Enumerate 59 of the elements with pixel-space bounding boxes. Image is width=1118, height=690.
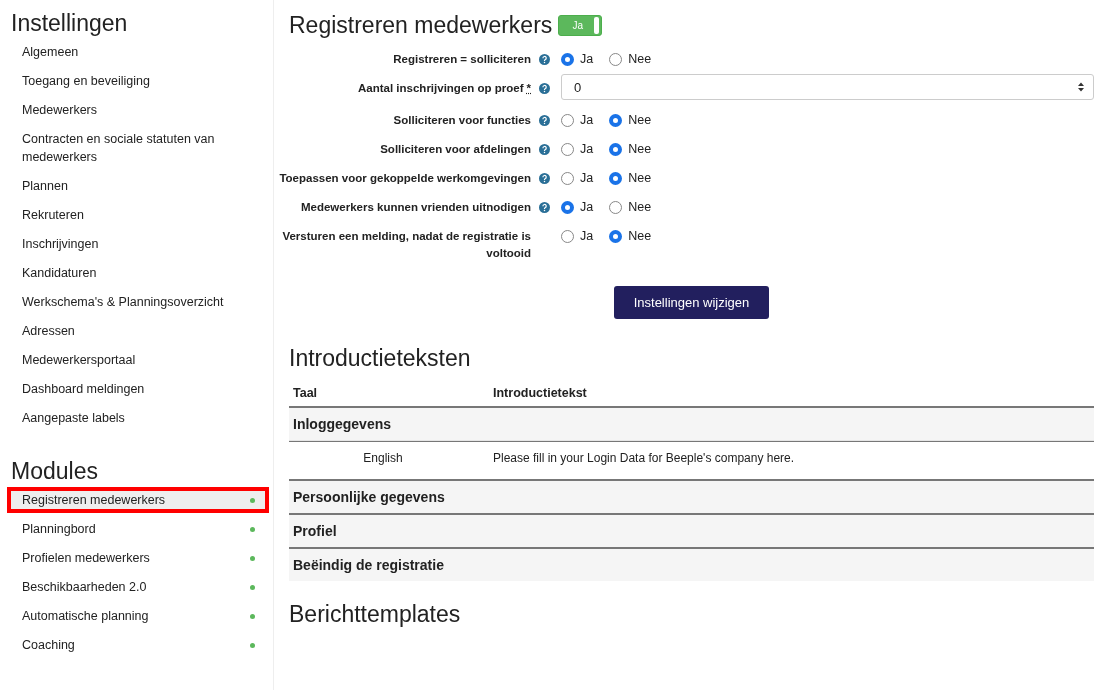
radio-option[interactable]: Nee [609,52,652,66]
sidebar-item[interactable]: Dashboard meldingen [11,380,265,398]
radio-option[interactable]: Ja [561,229,594,243]
help-icon[interactable] [539,173,550,184]
section-heading: Introductieteksten [289,345,472,372]
sidebar-item[interactable]: Rekruteren [11,206,265,224]
help-icon[interactable] [539,144,550,155]
sidebar-item[interactable]: Coaching [11,636,265,654]
radio-option[interactable]: Nee [609,113,652,127]
sidebar-item[interactable]: Toegang en beveiliging [11,72,265,90]
help-icon[interactable] [539,83,550,94]
help-icon[interactable] [539,54,550,65]
sidebar-item[interactable]: Medewerkersportaal [11,351,265,369]
sidebar-item[interactable]: Algemeen [11,43,265,61]
setting-label: Solliciteren voor afdelingen [379,142,531,157]
number-field[interactable]: 0 [561,74,1094,100]
table-cell-text: English [363,451,404,465]
setting-label: Aantal inschrijvingen op proef * [357,81,531,96]
sidebar-item[interactable]: Contracten en sociale statuten van medewerkers [11,130,265,166]
sidebar-item[interactable]: Aangepaste labels [11,409,265,427]
table-cell-text: Please fill in your Login Data for Beeple's company here. [493,451,796,465]
sidebar-item[interactable]: Medewerkers [11,101,265,119]
column-header: Introductietekst [493,386,588,400]
save-button[interactable]: Instellingen wijzigen [613,286,770,319]
column-header: Taal [293,386,319,400]
section-heading: Berichttemplates [289,601,462,628]
sidebar-item[interactable]: Profielen medewerkers [11,549,265,567]
radio-option[interactable]: Nee [609,229,652,243]
sidebar-item[interactable]: Adressen [11,322,265,340]
radio-option[interactable]: Ja [561,200,594,214]
radio-option[interactable]: Nee [609,200,652,214]
setting-label: Versturen een melding, nadat de registratie is voltooid [281,229,531,261]
setting-label: Solliciteren voor functies [392,113,531,128]
sidebar-item[interactable]: Inschrijvingen [11,235,265,253]
radio-option[interactable]: Nee [609,142,652,156]
help-icon[interactable] [539,202,550,213]
sidebar-item[interactable]: Kandidaturen [11,264,265,282]
sidebar-item[interactable]: Plannen [11,177,265,195]
help-icon[interactable] [539,115,550,126]
spinner-icon[interactable] [1077,81,1085,93]
setting-label: Medewerkers kunnen vrienden uitnodigen [299,200,531,215]
radio-option[interactable]: Ja [561,52,594,66]
setting-label: Registreren = solliciteren [392,52,531,67]
setting-label: Toepassen voor gekoppelde werkomgevingen [279,171,531,186]
radio-option[interactable]: Ja [561,113,594,127]
sidebar-item[interactable]: Beschikbaarheden 2.0 [11,578,265,596]
group-row[interactable]: Persoonlijke gegevens [289,481,1094,515]
group-row[interactable]: Profiel [289,515,1094,549]
page-title: Registreren medewerkers [289,12,553,39]
sidebar-item[interactable]: Automatische planning [11,607,265,625]
sidebar-heading: Instellingen [11,10,129,37]
radio-option[interactable]: Nee [609,171,652,185]
radio-option[interactable]: Ja [561,142,594,156]
group-row[interactable]: Inloggegevens [289,408,1094,442]
radio-option[interactable]: Ja [561,171,594,185]
sidebar-item[interactable]: Werkschema's & Planningsoverzicht [11,293,265,311]
group-row[interactable]: Beëindig de registratie [289,549,1094,581]
sidebar-item[interactable]: Planningbord [11,520,265,538]
sidebar-heading: Modules [11,458,99,485]
